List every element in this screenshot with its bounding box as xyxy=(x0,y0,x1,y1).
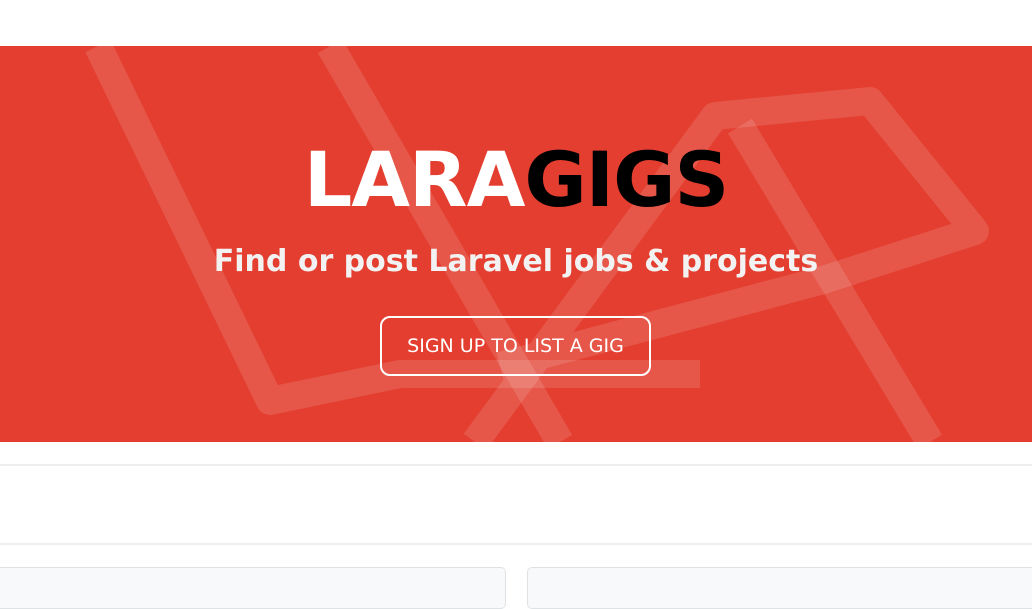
divider xyxy=(0,543,1032,545)
top-navbar xyxy=(0,0,1032,46)
signup-list-gig-button[interactable]: SIGN UP TO LIST A GIG xyxy=(380,316,651,376)
hero-banner: LARAGIGS Find or post Laravel jobs & pro… xyxy=(0,46,1032,442)
listing-card[interactable] xyxy=(0,567,506,609)
listing-card[interactable] xyxy=(527,567,1032,609)
title-part-lara: LARA xyxy=(303,135,526,224)
search-area xyxy=(0,466,1032,543)
hero-subtitle: Find or post Laravel jobs & projects xyxy=(213,244,819,279)
title-part-gigs: GIGS xyxy=(524,135,729,224)
site-title: LARAGIGS xyxy=(0,138,1032,222)
